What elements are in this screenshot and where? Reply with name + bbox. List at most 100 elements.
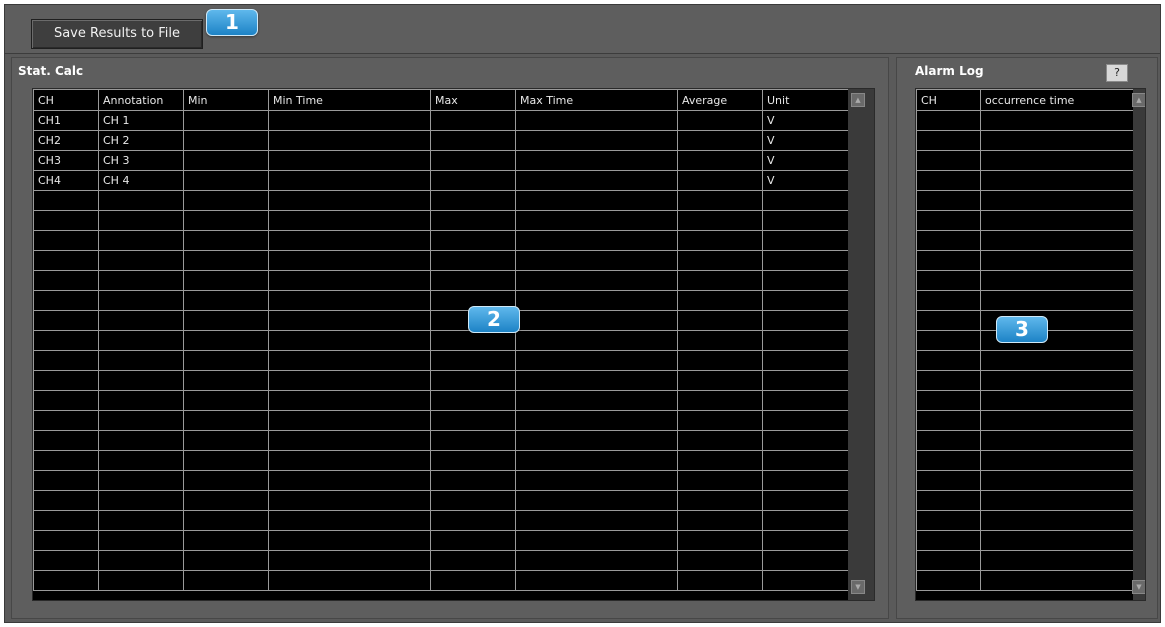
- table-row[interactable]: [916, 250, 1134, 271]
- column-header[interactable]: Min Time: [268, 89, 431, 111]
- table-row[interactable]: [916, 270, 1134, 291]
- table-cell: [677, 430, 763, 451]
- table-row[interactable]: [916, 550, 1134, 571]
- table-row[interactable]: [33, 370, 849, 391]
- table-row[interactable]: [33, 410, 849, 431]
- table-row[interactable]: [916, 350, 1134, 371]
- table-cell: [515, 430, 678, 451]
- table-row[interactable]: [33, 290, 849, 311]
- table-cell: [98, 310, 184, 331]
- table-row[interactable]: [916, 470, 1134, 491]
- table-row[interactable]: [916, 230, 1134, 251]
- table-row[interactable]: [916, 190, 1134, 211]
- table-row[interactable]: [916, 210, 1134, 231]
- column-header[interactable]: Unit: [762, 89, 849, 111]
- table-cell: [916, 270, 981, 291]
- table-row[interactable]: [916, 170, 1134, 191]
- table-row[interactable]: [916, 510, 1134, 531]
- column-header[interactable]: CH: [916, 89, 981, 111]
- table-row[interactable]: [33, 190, 849, 211]
- table-cell: [980, 130, 1134, 151]
- table-row[interactable]: [33, 510, 849, 531]
- table-cell: [430, 150, 516, 171]
- table-row[interactable]: [33, 390, 849, 411]
- table-cell: [677, 310, 763, 331]
- column-header[interactable]: Average: [677, 89, 763, 111]
- table-row[interactable]: CH2 CH 2 V: [33, 130, 849, 151]
- table-cell: [762, 510, 849, 531]
- table-cell: [515, 550, 678, 571]
- table-row[interactable]: [916, 490, 1134, 511]
- table-cell: [980, 510, 1134, 531]
- table-cell: [98, 470, 184, 491]
- scroll-up-icon[interactable]: ▲: [1132, 93, 1145, 107]
- table-cell: V: [762, 130, 849, 151]
- table-row[interactable]: [916, 390, 1134, 411]
- table-cell: [268, 270, 431, 291]
- column-header[interactable]: CH: [33, 89, 99, 111]
- column-header[interactable]: Max Time: [515, 89, 678, 111]
- table-cell: [916, 570, 981, 591]
- table-row[interactable]: [916, 130, 1134, 151]
- scroll-down-icon[interactable]: ▼: [1132, 580, 1145, 594]
- column-header[interactable]: Min: [183, 89, 269, 111]
- table-cell: [916, 450, 981, 471]
- table-row[interactable]: [33, 350, 849, 371]
- column-header[interactable]: Max: [430, 89, 516, 111]
- table-row[interactable]: [33, 310, 849, 331]
- table-cell: [980, 390, 1134, 411]
- table-row[interactable]: CH3 CH 3 V: [33, 150, 849, 171]
- table-cell: [430, 450, 516, 471]
- table-cell: [980, 430, 1134, 451]
- table-row[interactable]: [916, 370, 1134, 391]
- table-row[interactable]: [33, 330, 849, 351]
- table-row[interactable]: CH4 CH 4 V: [33, 170, 849, 191]
- scroll-up-icon[interactable]: ▲: [851, 93, 865, 107]
- table-cell: [916, 150, 981, 171]
- table-row[interactable]: CH1 CH 1 V: [33, 110, 849, 131]
- table-row[interactable]: [33, 270, 849, 291]
- table-cell: [268, 490, 431, 511]
- table-row[interactable]: [33, 490, 849, 511]
- table-row[interactable]: [33, 550, 849, 571]
- table-row[interactable]: [33, 450, 849, 471]
- table-row[interactable]: [33, 470, 849, 491]
- table-cell: [916, 170, 981, 191]
- table-row[interactable]: [916, 570, 1134, 591]
- table-cell: [916, 330, 981, 351]
- table-row[interactable]: [916, 430, 1134, 451]
- table-row[interactable]: [916, 530, 1134, 551]
- stat-calc-panel: Stat. Calc CH Annotation Min Min Time Max Max…: [11, 57, 889, 619]
- stat-calc-table[interactable]: CH Annotation Min Min Time Max Max Time Averag…: [32, 88, 875, 601]
- table-cell: [430, 330, 516, 351]
- table-cell: [677, 210, 763, 231]
- table-cell: [515, 570, 678, 591]
- alarm-log-scrollbar[interactable]: ▲ ▼: [1132, 89, 1145, 600]
- save-results-button[interactable]: Save Results to File: [31, 19, 203, 49]
- table-row[interactable]: [33, 210, 849, 231]
- stat-calc-scrollbar[interactable]: ▲ ▼: [848, 89, 874, 600]
- table-cell: [980, 410, 1134, 431]
- table-row[interactable]: [916, 110, 1134, 131]
- column-header[interactable]: occurrence time: [980, 89, 1134, 111]
- table-cell: [33, 350, 99, 371]
- table-row[interactable]: [916, 150, 1134, 171]
- table-cell: [268, 390, 431, 411]
- table-row[interactable]: [916, 410, 1134, 431]
- table-cell: [430, 490, 516, 511]
- help-button[interactable]: ?: [1106, 64, 1128, 82]
- table-cell: [33, 370, 99, 391]
- column-header[interactable]: Annotation: [98, 89, 184, 111]
- alarm-log-table[interactable]: CH occurrence time ▲ ▼: [915, 88, 1146, 601]
- table-row[interactable]: [33, 250, 849, 271]
- table-row[interactable]: [33, 230, 849, 251]
- table-cell: [33, 310, 99, 331]
- table-row[interactable]: [33, 570, 849, 591]
- table-row[interactable]: [33, 530, 849, 551]
- callout-badge-1: 1: [206, 9, 258, 36]
- table-row[interactable]: [916, 290, 1134, 311]
- scroll-down-icon[interactable]: ▼: [851, 580, 865, 594]
- table-row[interactable]: [33, 430, 849, 451]
- alarm-log-panel: Alarm Log ? CH occurrence time ▲ ▼ 3: [896, 57, 1158, 619]
- table-row[interactable]: [916, 450, 1134, 471]
